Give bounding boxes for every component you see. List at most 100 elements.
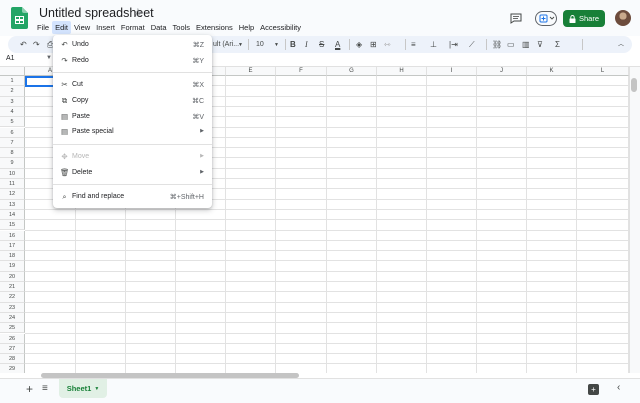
menu-insert[interactable]: Insert <box>93 21 118 34</box>
insert-chart-icon[interactable]: ▥ <box>522 39 530 50</box>
row-header[interactable]: 2 <box>0 86 25 97</box>
row-header[interactable]: 18 <box>0 251 25 262</box>
explore-icon[interactable]: + <box>588 384 599 395</box>
menu-extensions[interactable]: Extensions <box>193 21 236 34</box>
menu-data[interactable]: Data <box>148 21 170 34</box>
row-header[interactable]: 11 <box>0 179 25 190</box>
row-header[interactable]: 14 <box>0 209 25 221</box>
column-header[interactable]: G <box>327 67 377 76</box>
vertical-scrollbar[interactable] <box>631 78 637 92</box>
row-header[interactable]: 29 <box>0 364 25 373</box>
menu-view[interactable]: View <box>71 21 93 34</box>
merge-cells-icon[interactable]: ⇿ <box>384 39 391 50</box>
text-rotation-icon[interactable]: ⟋ <box>469 39 475 50</box>
undo-toolbar-icon[interactable]: ↶ <box>20 39 27 50</box>
row-header[interactable]: 24 <box>0 312 25 324</box>
row-header[interactable]: 13 <box>0 199 25 210</box>
bold-button[interactable]: B <box>290 39 296 50</box>
column-header[interactable]: E <box>226 67 276 76</box>
row-header[interactable]: 21 <box>0 282 25 293</box>
row-header[interactable]: 15 <box>0 220 25 231</box>
all-sheets-icon[interactable]: ≡ <box>42 383 48 394</box>
menu-item-delete[interactable]: 🗑 Delete ▶ <box>53 166 212 180</box>
row-header[interactable]: 16 <box>0 230 25 241</box>
menu-item-copy[interactable]: ⧉ Copy ⌘C <box>53 94 212 108</box>
menu-item-find-and-replace[interactable]: ⌕ Find and replace ⌘+Shift+H <box>53 190 212 204</box>
lock-icon <box>569 14 576 23</box>
chevron-up-icon[interactable]: ︿ <box>618 40 624 51</box>
column-header[interactable]: K <box>527 67 577 76</box>
functions-icon[interactable]: Σ <box>555 39 560 50</box>
column-header[interactable]: F <box>276 67 327 76</box>
row-header[interactable]: 10 <box>0 168 25 179</box>
redo-toolbar-icon[interactable]: ↷ <box>33 39 40 50</box>
chevron-left-icon[interactable]: ‹ <box>617 382 620 393</box>
column-header[interactable]: I <box>427 67 477 76</box>
menu-edit[interactable]: Edit <box>52 21 72 34</box>
comment-history-icon[interactable] <box>510 13 522 24</box>
row-header[interactable]: 17 <box>0 240 25 252</box>
column-header[interactable]: J <box>477 67 527 76</box>
menu-item-cut[interactable]: ✂ Cut ⌘X <box>53 78 212 92</box>
row-header[interactable]: 25 <box>0 323 25 334</box>
row-header[interactable]: 4 <box>0 106 25 118</box>
vertical-align-icon[interactable]: ⊥ <box>430 39 437 50</box>
italic-button[interactable]: I <box>305 39 308 50</box>
share-button[interactable]: Share <box>563 10 605 27</box>
font-size-input[interactable]: 10 <box>256 39 264 50</box>
column-header[interactable]: H <box>377 67 427 76</box>
filter-icon[interactable]: ⊽ <box>537 39 543 50</box>
borders-icon[interactable]: ⊞ <box>370 39 377 50</box>
toolbar-divider <box>405 39 406 50</box>
meet-button[interactable] <box>535 11 557 26</box>
row-header[interactable]: 19 <box>0 261 25 272</box>
row-header[interactable]: 27 <box>0 343 25 355</box>
font-select[interactable]: ult (Ari... <box>213 39 239 50</box>
sheet-tab[interactable]: Sheet1 ▼ <box>59 379 107 398</box>
row-header[interactable]: 5 <box>0 117 25 128</box>
add-sheet-icon[interactable]: + <box>26 382 33 396</box>
row-header[interactable]: 26 <box>0 333 25 344</box>
menu-accessibility[interactable]: Accessibility <box>257 21 304 34</box>
insert-comment-icon[interactable]: ▭ <box>507 39 515 50</box>
column-gridline <box>576 76 577 373</box>
menu-item-paste-special[interactable]: ▤ Paste special ▶ <box>53 125 212 139</box>
horizontal-align-icon[interactable]: ≡ <box>411 39 416 50</box>
menu-item-redo[interactable]: ↷ Redo ⌘Y <box>53 54 212 68</box>
fill-color-icon[interactable]: ◈ <box>356 39 362 50</box>
row-header[interactable]: 1 <box>0 76 25 87</box>
star-icon[interactable]: ☆ <box>133 6 143 19</box>
menu-file[interactable]: File <box>34 21 52 34</box>
row-header[interactable]: 12 <box>0 189 25 200</box>
menu-item-paste[interactable]: ▤ Paste ⌘V <box>53 110 212 124</box>
insert-link-icon[interactable]: ⛓ <box>492 39 502 50</box>
row-header[interactable]: 8 <box>0 148 25 159</box>
avatar[interactable] <box>615 10 631 26</box>
row-header[interactable]: 20 <box>0 271 25 282</box>
row-gridline <box>25 270 629 272</box>
strikethrough-button[interactable]: S <box>319 39 324 50</box>
sheets-logo-icon[interactable] <box>11 7 28 29</box>
name-box[interactable]: A1 <box>6 55 15 62</box>
row-header[interactable]: 7 <box>0 137 25 149</box>
name-box-chevron-down-icon[interactable]: ▼ <box>46 55 52 61</box>
menu-tools[interactable]: Tools <box>170 21 194 34</box>
menu-format[interactable]: Format <box>118 21 148 34</box>
menu-item-undo[interactable]: ↶ Undo ⌘Z <box>53 38 212 52</box>
row-header[interactable]: 28 <box>0 354 25 365</box>
text-color-button[interactable]: A <box>335 39 340 50</box>
sheet-tab-chevron-down-icon[interactable]: ▼ <box>94 386 99 392</box>
font-chevron-down-icon[interactable]: ▼ <box>238 40 243 51</box>
font-size-chevron-down-icon[interactable]: ▼ <box>274 40 279 51</box>
row-header[interactable]: 6 <box>0 127 25 138</box>
paste-special-icon: ▤ <box>60 127 69 136</box>
row-header[interactable]: 3 <box>0 96 25 107</box>
select-all-corner[interactable] <box>0 67 25 76</box>
row-header[interactable]: 23 <box>0 302 25 313</box>
column-header[interactable]: L <box>577 67 629 76</box>
text-wrap-icon[interactable]: |⇥ <box>449 39 458 50</box>
menu-help[interactable]: Help <box>236 21 257 34</box>
row-header[interactable]: 22 <box>0 292 25 303</box>
row-header[interactable]: 9 <box>0 158 25 169</box>
vertical-scrollbar-track[interactable] <box>629 67 640 373</box>
